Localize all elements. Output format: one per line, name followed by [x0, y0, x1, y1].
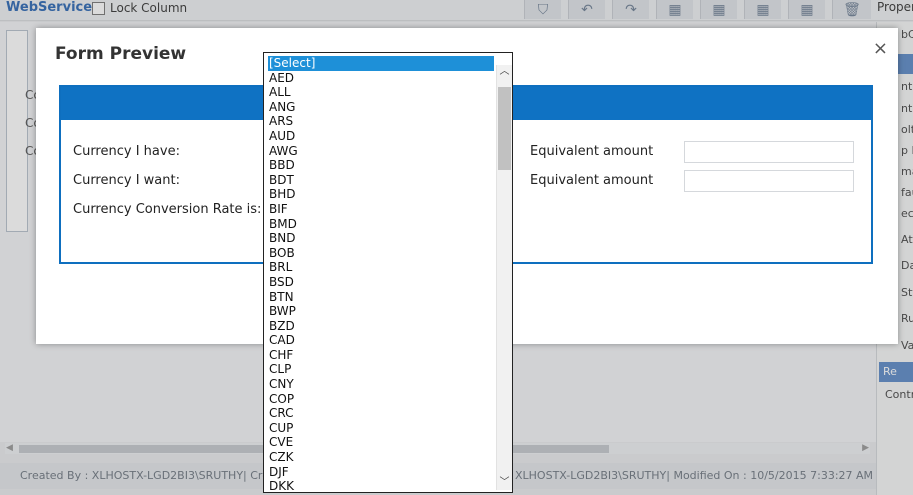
dropdown-scrollbar[interactable]: ︿ ﹀ [496, 65, 512, 490]
currency-option[interactable]: CLP [268, 362, 494, 377]
currency-option[interactable]: CRC [268, 406, 494, 421]
currency-option[interactable]: AWG [268, 144, 494, 159]
equivalent-amount-label: Equivalent amount [530, 144, 654, 159]
currency-option[interactable]: BMD [268, 217, 494, 232]
currency-option[interactable]: DJF [268, 465, 494, 480]
currency-option[interactable]: CZK [268, 450, 494, 465]
currency-option[interactable]: AED [268, 71, 494, 86]
currency-option[interactable]: CUP [268, 421, 494, 436]
currency-option[interactable]: BZD [268, 319, 494, 334]
currency-option[interactable]: ARS [268, 114, 494, 129]
currency-option[interactable]: BHD [268, 187, 494, 202]
currency-option[interactable]: ALL [268, 85, 494, 100]
currency-option[interactable]: CVE [268, 435, 494, 450]
currency-option[interactable]: BND [268, 231, 494, 246]
currency-want-label: Currency I want: [73, 173, 180, 188]
equivalent-amount-input-2[interactable] [684, 170, 854, 192]
currency-option[interactable]: BBD [268, 158, 494, 173]
currency-have-label: Currency I have: [73, 144, 180, 159]
dialog-title: Form Preview [55, 44, 187, 64]
currency-option[interactable]: AUD [268, 129, 494, 144]
currency-option[interactable]: BSD [268, 275, 494, 290]
equivalent-amount-input-1[interactable] [684, 141, 854, 163]
currency-option[interactable]: [Select] [268, 56, 494, 71]
chevron-up-icon[interactable]: ︿ [497, 65, 512, 79]
conversion-rate-label: Currency Conversion Rate is: [73, 202, 262, 217]
equivalent-amount-label: Equivalent amount [530, 173, 654, 188]
currency-option[interactable]: CHF [268, 348, 494, 363]
currency-dropdown-list[interactable]: [Select] AED ALL ANG ARS AUD AWG BBD BDT BHD BIF BM… [263, 52, 513, 493]
currency-option[interactable]: BTN [268, 290, 494, 305]
currency-option[interactable]: DKK [268, 479, 494, 492]
dropdown-scroll-thumb[interactable] [498, 87, 511, 170]
currency-option[interactable]: BOB [268, 246, 494, 261]
currency-option[interactable]: COP [268, 392, 494, 407]
currency-option[interactable]: BDT [268, 173, 494, 188]
currency-option[interactable]: CNY [268, 377, 494, 392]
currency-option[interactable]: BWP [268, 304, 494, 319]
currency-option[interactable]: BRL [268, 260, 494, 275]
chevron-down-icon[interactable]: ﹀ [497, 476, 512, 490]
currency-option[interactable]: CAD [268, 333, 494, 348]
currency-options: [Select] AED ALL ANG ARS AUD AWG BBD BDT BHD BIF BM… [268, 56, 494, 492]
currency-option[interactable]: BIF [268, 202, 494, 217]
close-icon[interactable]: × [873, 38, 888, 59]
currency-option[interactable]: ANG [268, 100, 494, 115]
